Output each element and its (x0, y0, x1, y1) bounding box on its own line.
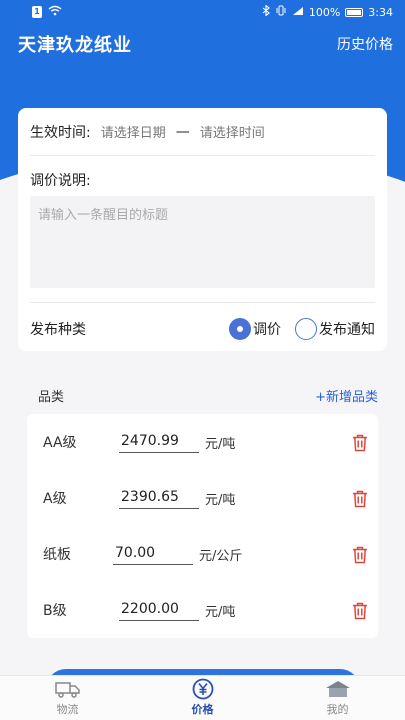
list-item: 纸板 元/公斤 (27, 526, 378, 582)
price-input[interactable] (113, 543, 193, 565)
tab-mine[interactable]: 我的 (288, 679, 388, 717)
status-bar: 1 100% 3:34 (0, 0, 405, 24)
category-name: 纸板 (43, 547, 71, 563)
time-picker[interactable]: 请选择时间 (200, 122, 265, 141)
yen-icon (190, 678, 216, 700)
signal-icon (292, 6, 304, 19)
price-input[interactable] (119, 487, 199, 509)
trash-icon[interactable] (352, 602, 368, 620)
price-unit: 元/吨 (205, 436, 236, 452)
trash-icon[interactable] (352, 490, 368, 508)
date-picker[interactable]: 请选择日期 (101, 122, 166, 141)
range-dash: — (175, 123, 190, 140)
radio-checked-icon (229, 317, 251, 340)
effective-time-row: 生效时间: 请选择日期 — 请选择时间 (30, 108, 375, 156)
category-header: 品类 +新增品类 (38, 386, 378, 405)
publish-kind-radio-group: 调价 发布通知 (229, 317, 375, 340)
trash-icon[interactable] (352, 434, 368, 452)
list-item: AA级 元/吨 (27, 414, 378, 470)
battery-icon (345, 7, 364, 17)
radio-adjust-price[interactable]: 调价 (229, 317, 281, 340)
note-label: 调价说明: (30, 173, 91, 189)
tab-logistics[interactable]: 物流 (18, 679, 118, 717)
publish-kind-row: 发布种类 调价 发布通知 (30, 302, 375, 354)
category-name: A级 (43, 491, 67, 507)
app-bar: 天津玖龙纸业 历史价格 (0, 24, 405, 64)
price-form-card: 生效时间: 请选择日期 — 请选择时间 调价说明: 发布种类 调价 发布通知 (18, 108, 387, 351)
sim-icon: 1 (32, 6, 42, 18)
note-input[interactable] (30, 196, 375, 288)
tab-label: 物流 (56, 703, 79, 716)
publish-kind-label: 发布种类 (30, 321, 86, 338)
radio-unchecked-icon (295, 317, 317, 340)
radio-label: 调价 (253, 321, 281, 338)
price-unit: 元/吨 (205, 604, 236, 620)
tab-price[interactable]: 价格 (153, 678, 253, 717)
trash-icon[interactable] (352, 546, 368, 564)
list-item: B级 元/吨 (27, 582, 378, 638)
category-name: B级 (43, 603, 67, 619)
home-icon (325, 679, 351, 699)
tab-label: 价格 (191, 703, 214, 716)
price-input[interactable] (119, 431, 199, 453)
add-category-button[interactable]: +新增品类 (315, 386, 378, 405)
vibrate-icon (275, 5, 287, 19)
tab-label: 我的 (326, 703, 349, 716)
wifi-icon (48, 5, 62, 19)
radio-publish-notice[interactable]: 发布通知 (295, 317, 375, 340)
price-input[interactable] (119, 599, 199, 621)
category-title: 品类 (38, 390, 65, 405)
battery-percent: 100% (308, 5, 341, 19)
list-item: A级 元/吨 (27, 470, 378, 526)
bottom-tab-bar: 物流 价格 我的 (0, 675, 405, 720)
history-price-link[interactable]: 历史价格 (337, 34, 393, 54)
radio-label: 发布通知 (319, 321, 375, 338)
truck-icon (54, 679, 81, 699)
category-list: AA级 元/吨 A级 元/吨 纸板 元/公斤 B级 元/吨 (27, 414, 378, 638)
effective-time-label: 生效时间: (30, 124, 91, 141)
clock: 3:34 (368, 5, 393, 19)
bluetooth-icon (262, 4, 270, 19)
category-name: AA级 (43, 435, 77, 451)
price-unit: 元/吨 (205, 492, 236, 508)
page-title: 天津玖龙纸业 (18, 35, 132, 56)
price-unit: 元/公斤 (199, 548, 243, 564)
